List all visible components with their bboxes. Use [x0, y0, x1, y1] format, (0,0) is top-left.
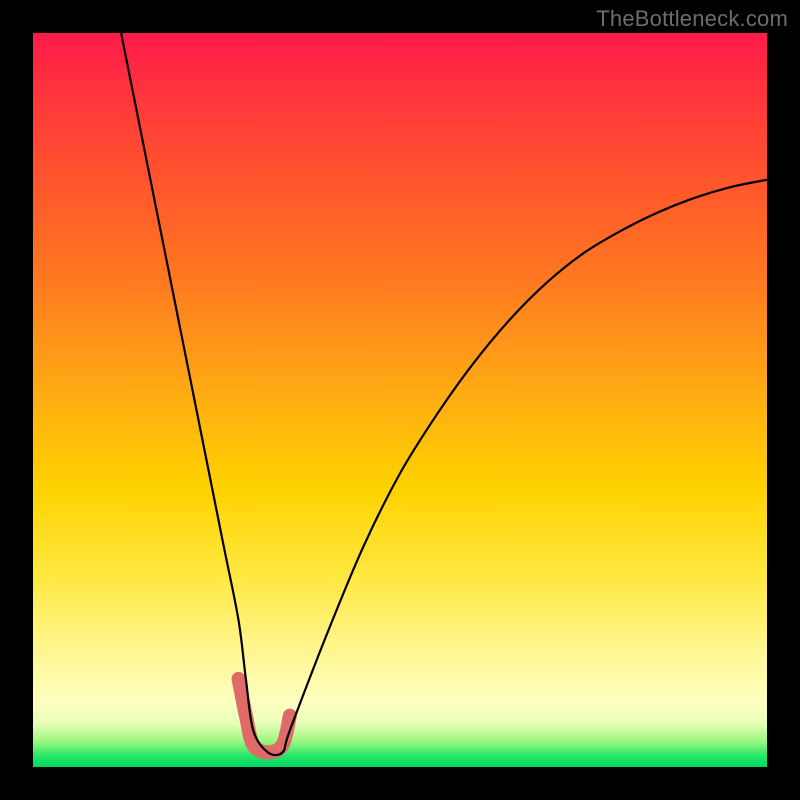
plot-area [33, 33, 767, 767]
watermark-text: TheBottleneck.com [596, 6, 788, 32]
curve-svg [33, 33, 767, 767]
chart-frame: TheBottleneck.com [0, 0, 800, 800]
bottleneck-curve [121, 33, 767, 755]
